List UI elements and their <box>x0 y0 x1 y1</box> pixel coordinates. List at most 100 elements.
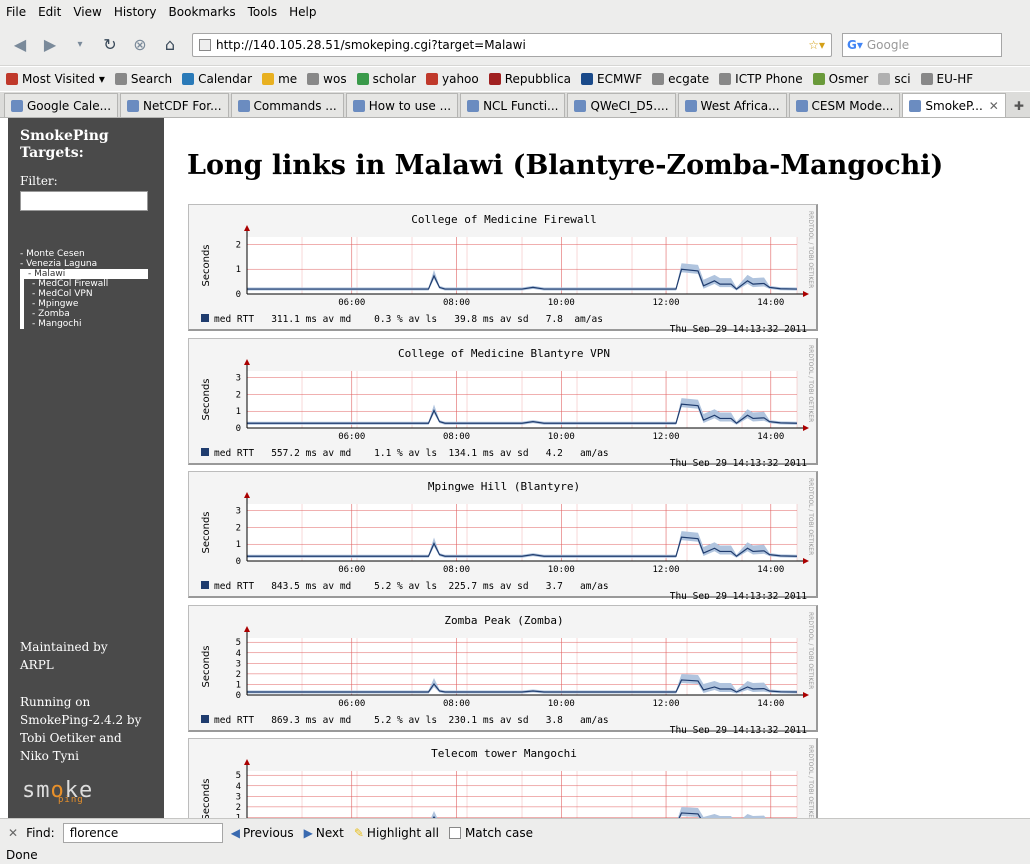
bookmark-favicon-icon <box>812 73 825 85</box>
page-content: SmokePing Targets: Filter: - Monte Cesen… <box>0 118 1030 818</box>
latency-graph[interactable]: Telecom tower Mangochi01234506:0008:0010… <box>188 738 818 818</box>
browser-tab[interactable]: NetCDF For... <box>120 93 229 117</box>
menu-item-edit[interactable]: Edit <box>38 5 61 19</box>
menu-item-bookmarks[interactable]: Bookmarks <box>169 5 236 19</box>
tab-favicon-icon <box>127 99 140 112</box>
running-on: Running on SmokePing-2.4.2 by Tobi Oetik… <box>20 695 142 763</box>
url-text: http://140.105.28.51/smokeping.cgi?targe… <box>216 37 526 52</box>
find-input[interactable]: florence <box>62 822 223 843</box>
maintained-line2[interactable]: ARPL <box>20 656 108 674</box>
bookmark-favicon-icon <box>6 73 18 85</box>
browser-tab[interactable]: How to use ... <box>345 93 459 117</box>
forward-icon[interactable]: ▶ <box>38 33 62 57</box>
bookmark-eu-hf[interactable]: EU-HF <box>920 72 973 86</box>
search-placeholder: Google <box>866 37 910 52</box>
close-tab-icon[interactable]: ✕ <box>989 99 999 113</box>
y-axis-arrow-icon <box>244 759 250 765</box>
sidebar-target-monte-cesen[interactable]: - Monte Cesen <box>20 249 152 259</box>
sidebar-target-malawi[interactable]: - Malawi <box>20 269 148 279</box>
bookmark-me[interactable]: me <box>262 72 297 86</box>
bookmark-ictp-phone[interactable]: ICTP Phone <box>719 72 803 86</box>
bookmark-most-visited[interactable]: Most Visited ▾ <box>6 72 105 86</box>
browser-tab[interactable]: West Africa... <box>677 93 787 117</box>
x-tick-label: 12:00 <box>653 699 680 709</box>
tab-label: NetCDF For... <box>143 98 222 113</box>
bookmark-osmer[interactable]: Osmer <box>812 72 868 86</box>
latency-graph[interactable]: College of Medicine Blantyre VPN 0 1 2 3 06:0… <box>188 338 818 466</box>
filter-input[interactable] <box>20 191 148 211</box>
x-tick-label: 08:00 <box>443 699 470 709</box>
url-bar[interactable]: http://140.105.28.51/smokeping.cgi?targe… <box>192 32 832 57</box>
bookmark-wos[interactable]: wos <box>307 72 347 86</box>
sidebar-target-venezia-laguna[interactable]: - Venezia Laguna <box>20 259 152 269</box>
y-axis-arrow-icon <box>244 359 250 365</box>
history-dropdown-icon[interactable]: ▾ <box>68 33 92 57</box>
sidebar-target-mangochi[interactable]: - Mangochi <box>20 319 152 329</box>
y-tick-label: 3 <box>236 374 241 384</box>
checkbox-icon <box>448 826 461 839</box>
browser-tab[interactable]: NCL Functi... <box>460 93 566 117</box>
find-next-button[interactable]: ▶ Next <box>304 826 344 840</box>
stop-icon[interactable]: ⊗ <box>128 33 152 57</box>
close-findbar-icon[interactable]: ✕ <box>8 826 18 840</box>
bookmark-ecgate[interactable]: ecgate <box>652 72 709 86</box>
find-bar: ✕ Find: florence ◀ Previous ▶ Next ✎ Highli… <box>0 818 1030 846</box>
sidebar-target-medcol-vpn[interactable]: - MedCol VPN <box>20 289 152 299</box>
latency-graph[interactable]: College of Medicine Firewall 0 1 2 06:00 08:0… <box>188 204 818 332</box>
back-icon[interactable]: ◀ <box>8 33 32 57</box>
smokeping-logo[interactable]: smoke ping <box>22 778 93 805</box>
graph-title: College of Medicine Blantyre VPN <box>398 347 610 360</box>
search-box[interactable]: G▾ Google <box>842 32 1002 57</box>
sidebar-target-zomba[interactable]: - Zomba <box>20 309 152 319</box>
x-axis-arrow-icon <box>803 692 809 698</box>
browser-tab[interactable]: SmokeP... ✕ <box>902 93 1006 117</box>
arrow-right-icon: ▶ <box>303 825 313 840</box>
tab-favicon-icon <box>909 99 922 112</box>
bookmark-label: Search <box>130 72 173 86</box>
reload-icon[interactable]: ↻ <box>98 33 122 57</box>
y-axis-label: Seconds <box>201 378 212 420</box>
y-tick-label: 1 <box>236 680 241 690</box>
new-tab-icon[interactable]: ✚ <box>1014 99 1024 113</box>
bookmark-search[interactable]: Search <box>114 72 173 86</box>
graph-title: Telecom tower Mangochi <box>431 747 577 760</box>
y-tick-label: 5 <box>236 771 241 781</box>
home-icon[interactable]: ⌂ <box>158 33 182 57</box>
highlight-all-label: Highlight all <box>366 825 439 840</box>
browser-tab[interactable]: CESM Mode... <box>788 93 901 117</box>
bookmark-yahoo[interactable]: yahoo <box>426 72 479 86</box>
bookmark-scholar[interactable]: scholar <box>356 72 416 86</box>
google-search-engine-icon[interactable]: G▾ <box>847 38 863 52</box>
sidebar-target-medcol-firewall[interactable]: - MedCol Firewall <box>20 279 152 289</box>
bookmark-favicon-icon <box>920 73 933 85</box>
bookmark-favicon-icon <box>719 73 732 85</box>
bookmark-favicon-icon <box>356 73 369 85</box>
menu-item-history[interactable]: History <box>114 5 157 19</box>
bookmark-sci[interactable]: sci <box>878 72 911 86</box>
bookmark-ecmwf[interactable]: ECMWF <box>581 72 642 86</box>
status-text: Done <box>6 848 38 862</box>
find-previous-button[interactable]: ◀ Previous <box>231 826 294 840</box>
browser-tab[interactable]: Google Cale... <box>4 93 119 117</box>
y-tick-label: 1 <box>236 265 241 275</box>
browser-tab[interactable]: Commands ... <box>230 93 344 117</box>
sidebar-target-mpingwe[interactable]: - Mpingwe <box>20 299 152 309</box>
y-tick-label: 5 <box>236 638 241 648</box>
menu-item-view[interactable]: View <box>73 5 101 19</box>
bookmark-repubblica[interactable]: Repubblica <box>488 72 571 86</box>
highlight-all-button[interactable]: ✎ Highlight all <box>354 826 439 840</box>
menu-item-tools[interactable]: Tools <box>248 5 278 19</box>
legend-swatch <box>201 448 209 456</box>
browser-tab[interactable]: QWeCI_D5.... <box>567 93 676 117</box>
bookmark-calendar[interactable]: Calendar <box>182 72 252 86</box>
latency-graph[interactable]: Mpingwe Hill (Blantyre) 0 1 2 3 06:00 08:00 10:… <box>188 471 818 599</box>
graph-stats: med RTT 557.2 ms av md 1.1 % av ls 134.1… <box>214 448 609 459</box>
menu-item-file[interactable]: File <box>6 5 26 19</box>
latency-graph[interactable]: Zomba Peak (Zomba) 0 1 2 3 4 5 06:00 08:00 10:00 1… <box>188 605 818 733</box>
bookmark-star-icon[interactable]: ☆▾ <box>808 38 825 52</box>
match-case-checkbox[interactable]: Match case <box>448 826 533 840</box>
menu-bar: File Edit View History Bookmarks Tools Help <box>0 0 1030 24</box>
menu-item-help[interactable]: Help <box>289 5 316 19</box>
rrdtool-credit: RRDTOOL / TOBI OETIKER <box>807 211 814 288</box>
rrdtool-credit: RRDTOOL / TOBI OETIKER <box>807 745 814 818</box>
